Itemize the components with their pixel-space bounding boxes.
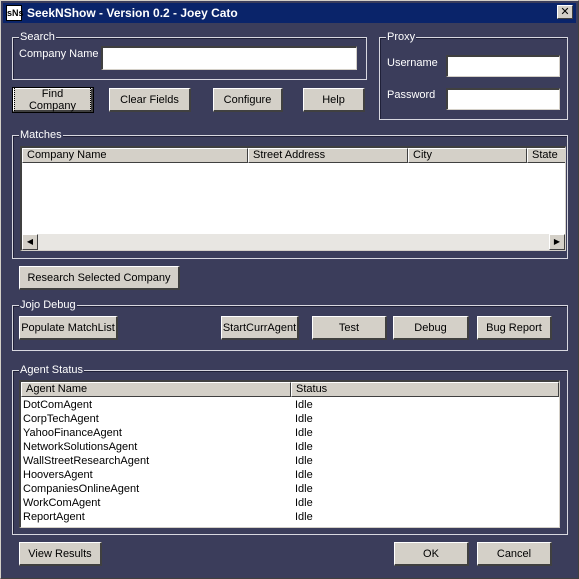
- company-name-input[interactable]: [101, 46, 357, 70]
- matches-horizontal-scrollbar[interactable]: ◀ ▶: [22, 234, 565, 250]
- configure-label: Configure: [223, 93, 272, 106]
- app-icon: sNs: [6, 5, 24, 21]
- debug-button[interactable]: Debug: [393, 316, 469, 340]
- close-button[interactable]: ✕: [557, 5, 573, 19]
- test-label: Test: [338, 321, 360, 334]
- agent-status-cell: Idle: [295, 413, 313, 425]
- cancel-button[interactable]: Cancel: [477, 542, 552, 566]
- agent-status-list-header: Agent Name Status: [21, 382, 559, 397]
- scroll-right-arrow-icon[interactable]: ▶: [549, 234, 565, 250]
- view-results-button[interactable]: View Results: [19, 542, 102, 566]
- agent-name-cell: CompaniesOnlineAgent: [23, 483, 140, 495]
- agent-name-cell: ReportAgent: [23, 511, 85, 523]
- agent-status-cell: Idle: [295, 511, 313, 523]
- find-company-button[interactable]: Find Company: [12, 86, 94, 113]
- matches-list[interactable]: Company Name Street Address City State ◀…: [20, 146, 566, 251]
- column-street-address[interactable]: Street Address: [248, 148, 408, 163]
- window-title: SeekNShow - Version 0.2 - Joey Cato: [27, 6, 238, 20]
- start-curr-agent-label: StartCurrAgent: [222, 321, 297, 334]
- view-results-label: View Results: [28, 547, 92, 560]
- find-company-label: Find Company: [14, 86, 91, 113]
- help-button[interactable]: Help: [303, 88, 365, 112]
- bug-report-label: Bug Report: [486, 321, 542, 334]
- username-label: Username: [387, 57, 438, 69]
- company-name-label: Company Name: [19, 48, 99, 60]
- username-input[interactable]: [446, 55, 560, 77]
- title-bar[interactable]: sNs SeekNShow - Version 0.2 - Joey Cato …: [3, 3, 576, 23]
- scroll-left-arrow-icon[interactable]: ◀: [22, 234, 38, 250]
- agent-status-rows: DotComAgent Idle CorpTechAgent Idle Yaho…: [21, 398, 559, 527]
- ok-label: OK: [423, 547, 439, 560]
- clear-fields-label: Clear Fields: [120, 93, 179, 106]
- ok-button[interactable]: OK: [394, 542, 469, 566]
- agent-name-cell: CorpTechAgent: [23, 413, 99, 425]
- test-button[interactable]: Test: [312, 316, 387, 340]
- password-input[interactable]: [446, 88, 560, 110]
- debug-label: Debug: [414, 321, 447, 334]
- proxy-group-legend: Proxy: [386, 30, 417, 44]
- column-status[interactable]: Status: [291, 382, 559, 397]
- agent-status-list[interactable]: Agent Name Status DotComAgent Idle CorpT…: [19, 380, 560, 528]
- research-selected-label: Research Selected Company: [27, 271, 171, 284]
- search-group-legend: Search: [19, 30, 56, 44]
- close-icon: ✕: [560, 6, 570, 18]
- column-city[interactable]: City: [408, 148, 527, 163]
- research-selected-company-button[interactable]: Research Selected Company: [19, 266, 180, 290]
- agent-status-cell: Idle: [295, 483, 313, 495]
- column-company-name[interactable]: Company Name: [22, 148, 248, 163]
- agent-status-cell: Idle: [295, 399, 313, 411]
- agent-name-cell: WallStreetResearchAgent: [23, 455, 150, 467]
- agent-status-group-legend: Agent Status: [19, 363, 84, 377]
- agent-name-cell: HooversAgent: [23, 469, 93, 481]
- column-state[interactable]: State: [527, 148, 565, 163]
- agent-status-cell: Idle: [295, 427, 313, 439]
- agent-status-cell: Idle: [295, 497, 313, 509]
- matches-list-header: Company Name Street Address City State: [22, 148, 565, 163]
- clear-fields-button[interactable]: Clear Fields: [109, 88, 191, 112]
- agent-name-cell: YahooFinanceAgent: [23, 427, 122, 439]
- help-label: Help: [322, 93, 345, 106]
- seeknshow-window: sNs SeekNShow - Version 0.2 - Joey Cato …: [0, 0, 579, 579]
- populate-matchlist-label: Populate MatchList: [21, 321, 115, 334]
- cancel-label: Cancel: [496, 547, 532, 560]
- column-agent-name[interactable]: Agent Name: [21, 382, 291, 397]
- agent-name-cell: NetworkSolutionsAgent: [23, 441, 138, 453]
- agent-name-cell: WorkComAgent: [23, 497, 101, 509]
- configure-button[interactable]: Configure: [213, 88, 283, 112]
- agent-name-cell: DotComAgent: [23, 399, 93, 411]
- password-label: Password: [387, 89, 436, 101]
- agent-status-cell: Idle: [295, 441, 313, 453]
- start-curr-agent-button[interactable]: StartCurrAgent: [221, 316, 299, 340]
- populate-matchlist-button[interactable]: Populate MatchList: [19, 316, 118, 340]
- jojo-debug-group-legend: Jojo Debug: [19, 298, 77, 312]
- agent-status-cell: Idle: [295, 455, 313, 467]
- agent-status-cell: Idle: [295, 469, 313, 481]
- bug-report-button[interactable]: Bug Report: [477, 316, 552, 340]
- matches-group-legend: Matches: [19, 128, 63, 142]
